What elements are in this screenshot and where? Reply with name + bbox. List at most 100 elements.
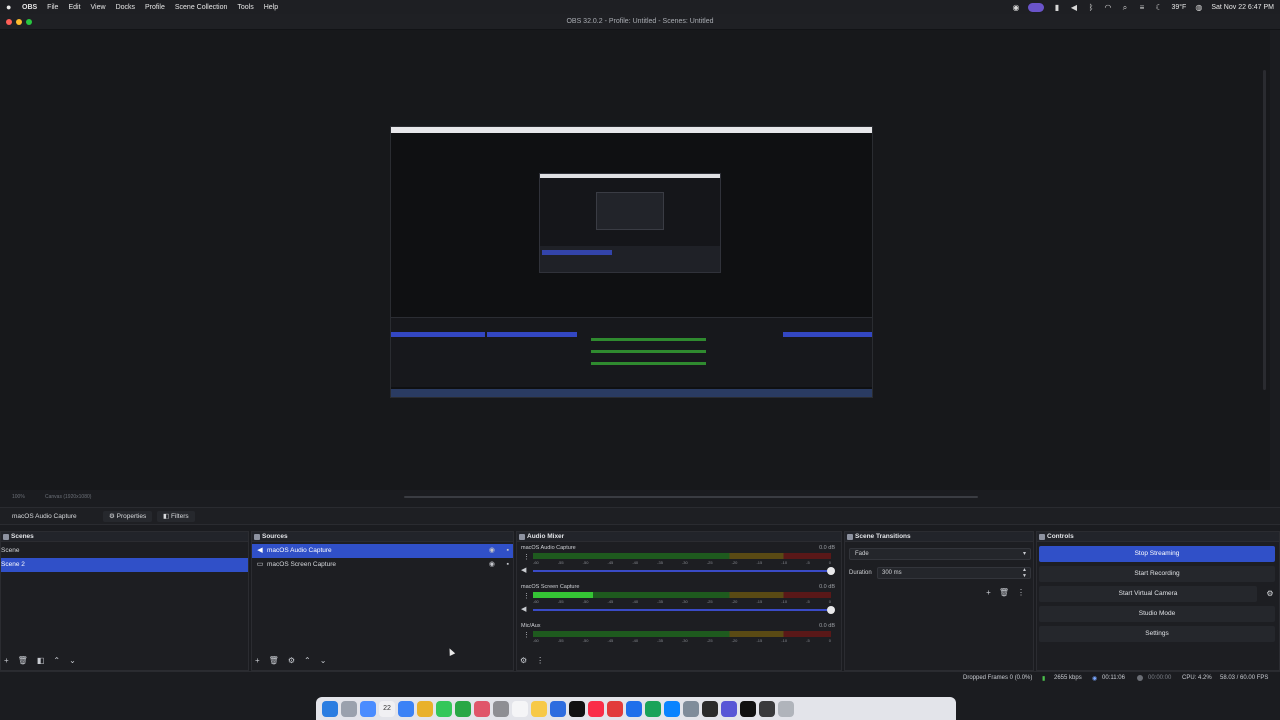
safari-icon[interactable]	[398, 700, 414, 717]
scene-item-selected[interactable]: Scene 2	[1, 558, 248, 572]
advanced-audio-gear-icon[interactable]: ⚙	[520, 656, 527, 665]
bluetooth-icon[interactable]: ᛒ	[1086, 3, 1095, 12]
notes-icon[interactable]	[512, 700, 528, 717]
stop-streaming-button[interactable]: Stop Streaming	[1039, 546, 1275, 562]
app-store-icon[interactable]	[664, 700, 680, 717]
preview-vertical-scrollbar[interactable]	[1263, 70, 1266, 390]
control-center-icon[interactable]: ≡	[1137, 3, 1146, 12]
channel-menu-icon[interactable]: ⋮	[523, 553, 530, 561]
close-window-button[interactable]	[6, 19, 12, 25]
source-item[interactable]: ▭ macOS Screen Capture ◉ ▪	[252, 558, 513, 572]
trash-icon[interactable]	[778, 700, 794, 717]
photos-icon[interactable]	[474, 700, 490, 717]
volume-slider-knob[interactable]	[827, 606, 835, 614]
studio-mode-button[interactable]: Studio Mode	[1039, 606, 1275, 622]
zoom-window-button[interactable]	[26, 19, 32, 25]
program-preview[interactable]	[390, 126, 873, 398]
source-item-selected[interactable]: ◀ macOS Audio Capture ◉ ▪	[252, 544, 513, 558]
channel-menu-icon[interactable]: ⋮	[523, 592, 530, 600]
music-icon[interactable]	[588, 700, 604, 717]
messages-icon[interactable]	[436, 700, 452, 717]
apple-icon[interactable]: ●	[6, 2, 16, 12]
wifi-icon[interactable]: ◠	[1103, 3, 1112, 12]
terminal-icon[interactable]	[702, 700, 718, 717]
menu-profile[interactable]: Profile	[145, 4, 165, 11]
transition-select[interactable]: Fade ▾	[849, 548, 1031, 560]
settings-button[interactable]: Settings	[1039, 626, 1275, 642]
volume-slider[interactable]	[533, 609, 831, 611]
mail-icon[interactable]	[360, 700, 376, 717]
news-icon[interactable]	[607, 700, 623, 717]
preview-horizontal-scrollbar[interactable]	[404, 496, 978, 498]
menu-edit[interactable]: Edit	[68, 4, 80, 11]
canvas-size-select[interactable]: Canvas (1920x1080)	[45, 494, 91, 500]
screen-record-indicator[interactable]	[1028, 2, 1045, 12]
zoom-level[interactable]: 100%	[12, 494, 25, 500]
maps-icon[interactable]	[550, 700, 566, 717]
contacts-icon[interactable]	[493, 700, 509, 717]
captured-meter-3	[591, 362, 706, 365]
lock-icon[interactable]: ▪	[507, 544, 509, 558]
move-up-icon[interactable]: ⌃	[53, 656, 60, 665]
menu-tools[interactable]: Tools	[237, 4, 253, 11]
keynote-icon[interactable]	[626, 700, 642, 717]
start-recording-button[interactable]: Start Recording	[1039, 566, 1275, 582]
discord-icon[interactable]	[721, 700, 737, 717]
duration-input[interactable]: 300 ms ▲ ▼	[877, 567, 1031, 579]
numbers-icon[interactable]	[645, 700, 661, 717]
lock-icon[interactable]: ▪	[507, 558, 509, 572]
mixer-menu-icon[interactable]: ⋮	[536, 656, 544, 665]
speaker-icon[interactable]: ◀	[521, 566, 526, 574]
visibility-eye-icon[interactable]: ◉	[489, 558, 495, 572]
channel-menu-icon[interactable]: ⋮	[523, 631, 530, 639]
properties-button[interactable]: ⚙ Properties	[103, 511, 153, 522]
obs-icon[interactable]	[759, 700, 775, 717]
transition-menu-icon[interactable]: ⋮	[1017, 588, 1025, 597]
chrome-icon[interactable]	[417, 700, 433, 717]
add-source-icon[interactable]: +	[255, 656, 260, 665]
scene-item[interactable]: Scene	[1, 544, 248, 558]
add-scene-icon[interactable]: +	[4, 656, 9, 665]
visibility-eye-icon[interactable]: ◉	[489, 544, 495, 558]
move-up-icon[interactable]: ⌃	[304, 656, 311, 665]
system-settings-icon[interactable]	[683, 700, 699, 717]
volume-slider[interactable]	[533, 570, 831, 572]
add-transition-icon[interactable]: +	[986, 588, 991, 597]
siri-icon[interactable]: ◍	[1194, 3, 1203, 12]
start-virtual-camera-button[interactable]: Start Virtual Camera	[1039, 586, 1257, 602]
speaker-icon[interactable]: ◀	[521, 605, 526, 613]
finder-icon[interactable]	[322, 700, 338, 717]
remove-source-icon[interactable]: 🗑	[269, 656, 279, 665]
minimize-window-button[interactable]	[16, 19, 22, 25]
source-properties-gear-icon[interactable]: ⚙	[288, 656, 295, 665]
menu-view[interactable]: View	[91, 4, 106, 11]
virtual-camera-gear-icon[interactable]: ⚙	[1263, 586, 1277, 602]
filters-button[interactable]: ◧ Filters	[157, 511, 195, 522]
battery-icon[interactable]: ▮	[1052, 3, 1061, 12]
tick-label: -55	[557, 560, 564, 565]
scene-filters-icon[interactable]: ◧	[37, 656, 45, 665]
move-down-icon[interactable]: ⌄	[69, 656, 76, 665]
menu-scene-collection[interactable]: Scene Collection	[175, 4, 228, 11]
clock-text[interactable]: Sat Nov 22 6:47 PM	[1211, 4, 1274, 11]
menu-docks[interactable]: Docks	[116, 4, 135, 11]
remove-scene-icon[interactable]: 🗑	[18, 656, 28, 665]
remove-transition-icon[interactable]: 🗑	[999, 588, 1009, 597]
spinner-icon[interactable]: ▲ ▼	[1022, 567, 1027, 579]
menu-file[interactable]: File	[47, 4, 58, 11]
moon-icon[interactable]: ☾	[1154, 3, 1163, 12]
weather-text[interactable]: 39°F	[1171, 4, 1186, 11]
menu-app[interactable]: OBS	[22, 4, 37, 11]
facetime-icon[interactable]	[455, 700, 471, 717]
x-icon[interactable]	[740, 700, 756, 717]
volume-icon[interactable]: ◀	[1069, 3, 1078, 12]
calendar-icon[interactable]: 22	[379, 700, 395, 717]
menu-help[interactable]: Help	[264, 4, 278, 11]
obs-tray-icon[interactable]: ◉	[1011, 3, 1020, 12]
move-down-icon[interactable]: ⌄	[320, 656, 327, 665]
stickies-icon[interactable]	[531, 700, 547, 717]
launchpad-icon[interactable]	[341, 700, 357, 717]
search-icon[interactable]: ⌕	[1120, 3, 1129, 12]
volume-slider-knob[interactable]	[827, 567, 835, 575]
tv-icon[interactable]	[569, 700, 585, 717]
